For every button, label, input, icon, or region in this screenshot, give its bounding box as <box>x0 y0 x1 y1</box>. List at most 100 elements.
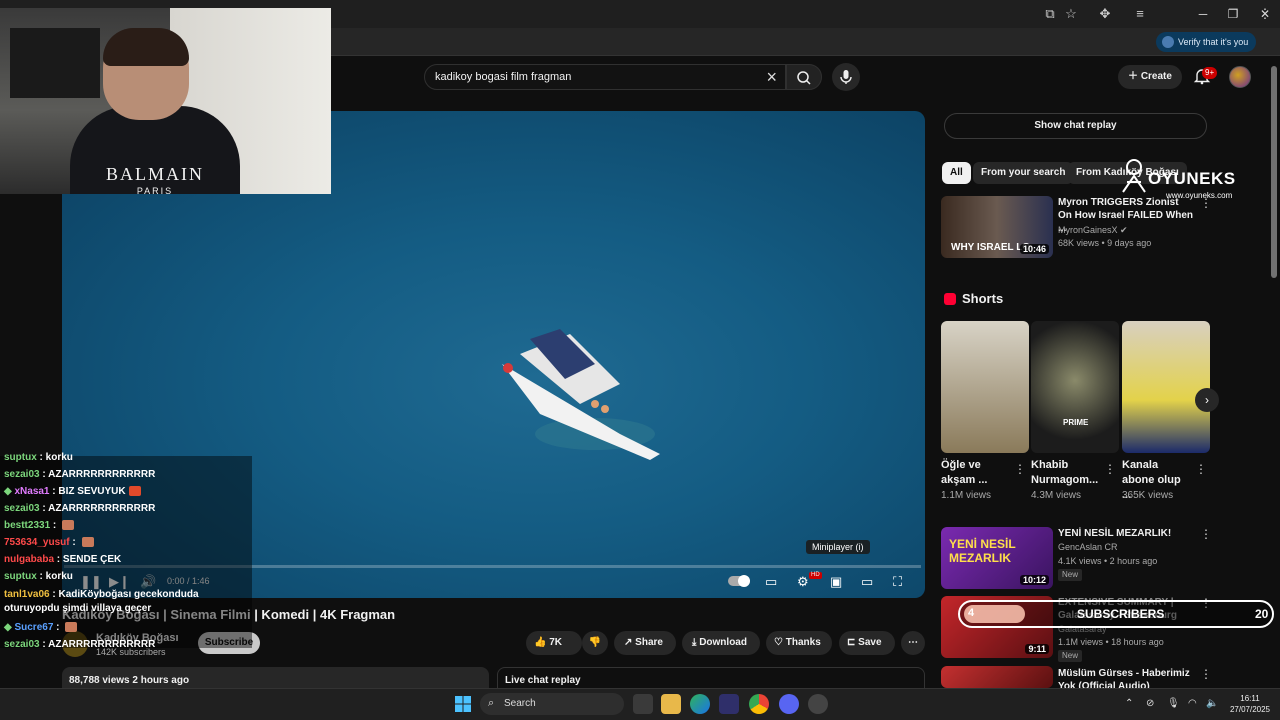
short-title-2[interactable]: Khabib Nurmagom... <box>1031 458 1098 488</box>
chat-username[interactable]: suptux <box>4 452 37 463</box>
chat-username[interactable]: suptux <box>4 571 37 582</box>
restore-icon[interactable]: ❐ <box>1218 4 1248 24</box>
edge-browser-icon[interactable] <box>690 694 710 714</box>
subtitles-icon[interactable]: ▭ <box>765 574 777 590</box>
miniplayer-icon[interactable]: ▣ <box>830 574 842 590</box>
shorts-icon <box>944 293 956 305</box>
chip-from-your-search[interactable]: From your search <box>973 162 1074 184</box>
video-duration: 10:12 <box>1019 575 1049 585</box>
shirt-brand-text: BALMAIN <box>106 164 204 184</box>
fullscreen-icon[interactable]: ⛶ <box>893 574 902 590</box>
chat-emote <box>65 622 78 633</box>
short-thumbnail-2[interactable]: PRIME <box>1031 321 1119 453</box>
verify-identity-button[interactable]: Verify that it's you <box>1156 32 1257 52</box>
discord-icon[interactable] <box>779 694 799 714</box>
search-input[interactable]: kadikoy bogasi film fragman × <box>424 64 786 90</box>
save-label: Save <box>858 637 882 648</box>
related-video-thumbnail[interactable]: YENİ NESİL MEZARLIK 10:12 <box>941 527 1053 589</box>
chrome-browser-icon[interactable] <box>749 694 769 714</box>
file-explorer-icon[interactable] <box>661 694 681 714</box>
chip-all[interactable]: All <box>942 162 971 184</box>
chat-text: AZARRRRRRRRRRRR <box>48 639 156 650</box>
chat-message: 753634_yusuf : <box>4 537 94 548</box>
voice-search-button[interactable] <box>832 63 860 91</box>
short-thumbnail-3[interactable] <box>1122 321 1210 453</box>
browser-menu-icon[interactable]: ⋮ <box>1256 5 1274 23</box>
related-video-channel[interactable]: MyronGainesX ✔ <box>1058 225 1128 236</box>
tray-overflow-icon[interactable]: ⌃ <box>1125 698 1133 709</box>
install-app-icon[interactable]: ⧉ <box>1041 5 1059 23</box>
dislike-button[interactable]: 👎 <box>582 631 608 655</box>
chat-username[interactable]: bestt2331 <box>4 520 50 531</box>
bookmark-star-icon[interactable]: ☆ <box>1062 5 1080 23</box>
chat-text: AZARRRRRRRRRRRR <box>48 503 156 514</box>
speaker-icon[interactable]: 🔈 <box>1206 698 1218 709</box>
taskbar-search[interactable] <box>480 693 624 715</box>
download-button[interactable]: ⤓ Download <box>682 631 760 655</box>
chat-username[interactable]: tanl1va06 <box>4 589 50 600</box>
page-scrollbar[interactable] <box>1271 66 1277 278</box>
wifi-icon[interactable]: ◠ <box>1188 698 1197 709</box>
windows-start-icon[interactable] <box>455 696 471 712</box>
theater-mode-icon[interactable]: ▭ <box>861 574 873 590</box>
short-kebab-menu-icon[interactable]: ⋮ <box>1014 462 1026 476</box>
media-control-icon[interactable]: ≡ <box>1131 5 1149 23</box>
chat-username[interactable]: 753634_yusuf <box>4 537 70 548</box>
chat-username[interactable]: Sucre67 <box>14 622 53 633</box>
short-title-1[interactable]: Öğle ve akşam ... <box>941 458 1007 488</box>
more-actions-button[interactable]: ⋯ <box>901 631 925 655</box>
shorts-heading: Shorts <box>962 291 1004 306</box>
share-icon: ↗ <box>624 637 633 648</box>
create-button[interactable]: ＋ Create <box>1118 65 1182 89</box>
microphone-tray-icon[interactable]: 🎙 <box>1167 698 1180 709</box>
short-kebab-menu-icon[interactable]: ⋮ <box>1104 462 1116 476</box>
kebab-menu-icon[interactable]: ⋮ <box>1200 196 1212 210</box>
chat-message: sezai03 : AZARRRRRRRRRRRR <box>4 469 156 480</box>
chat-message: suptux : korku <box>4 452 73 463</box>
clear-search-icon[interactable]: × <box>766 67 777 88</box>
tray-app-icon[interactable]: ⊘ <box>1146 698 1154 709</box>
minimize-icon[interactable]: ─ <box>1188 4 1218 24</box>
create-label: Create <box>1140 71 1172 82</box>
extensions-icon[interactable]: ✥ <box>1096 5 1114 23</box>
chat-text: korku <box>45 571 73 582</box>
save-bookmark-icon: ⊏ <box>847 637 856 648</box>
related-video-thumbnail[interactable]: WHY ISRAEL LO 10:46 <box>941 196 1053 258</box>
chat-username[interactable]: sezai03 <box>4 469 40 480</box>
chat-username[interactable]: sezai03 <box>4 639 40 650</box>
show-chat-replay-button[interactable]: Show chat replay <box>944 113 1207 139</box>
app-icon[interactable] <box>808 694 828 714</box>
shorts-next-arrow-icon[interactable]: › <box>1195 388 1219 412</box>
store-icon[interactable] <box>719 694 739 714</box>
video-duration: 10:46 <box>1019 244 1049 254</box>
short-thumbnail-1[interactable] <box>941 321 1029 453</box>
like-count: 7K <box>549 637 563 648</box>
save-button[interactable]: ⊏ Save <box>839 631 895 655</box>
streamer-webcam: BALMAIN PARIS <box>0 8 331 194</box>
related-video-thumbnail[interactable] <box>941 666 1053 688</box>
thanks-button[interactable]: ♡ Thanks <box>766 631 832 655</box>
chat-username[interactable]: sezai03 <box>4 503 40 514</box>
chat-message: sezai03 : AZARRRRRRRRRRRR <box>4 503 156 514</box>
short-kebab-menu-icon[interactable]: ⋮ <box>1195 462 1207 476</box>
task-view-icon[interactable] <box>633 694 653 714</box>
new-badge: New <box>1058 650 1083 662</box>
kebab-menu-icon[interactable]: ⋮ <box>1200 527 1212 541</box>
live-chat-replay-label: Live chat replay <box>505 675 581 686</box>
autoplay-toggle[interactable] <box>728 575 750 587</box>
kebab-menu-icon[interactable]: ⋮ <box>1200 667 1212 681</box>
chat-badge-icon: ◆ <box>4 486 15 497</box>
settings-gear-icon[interactable]: ⚙ <box>797 574 809 590</box>
like-button[interactable]: 👍 7K <box>526 631 582 655</box>
notification-count: 9+ <box>1202 67 1218 79</box>
account-avatar[interactable] <box>1229 66 1251 88</box>
chat-username[interactable]: xNasa1 <box>14 486 49 497</box>
taskbar-clock[interactable]: 16:11 27/07/2025 <box>1224 693 1276 715</box>
related-video-title[interactable]: YENİ NESİL MEZARLIK! <box>1058 527 1194 540</box>
short-views-1: 1.1M views <box>941 490 992 501</box>
chat-username[interactable]: nulgababa <box>4 554 54 565</box>
share-button[interactable]: ↗ Share <box>614 631 676 655</box>
related-video-channel[interactable]: GencAslan CR <box>1058 542 1118 552</box>
shirt-city-text: PARIS <box>136 186 174 194</box>
search-button[interactable] <box>786 64 822 90</box>
